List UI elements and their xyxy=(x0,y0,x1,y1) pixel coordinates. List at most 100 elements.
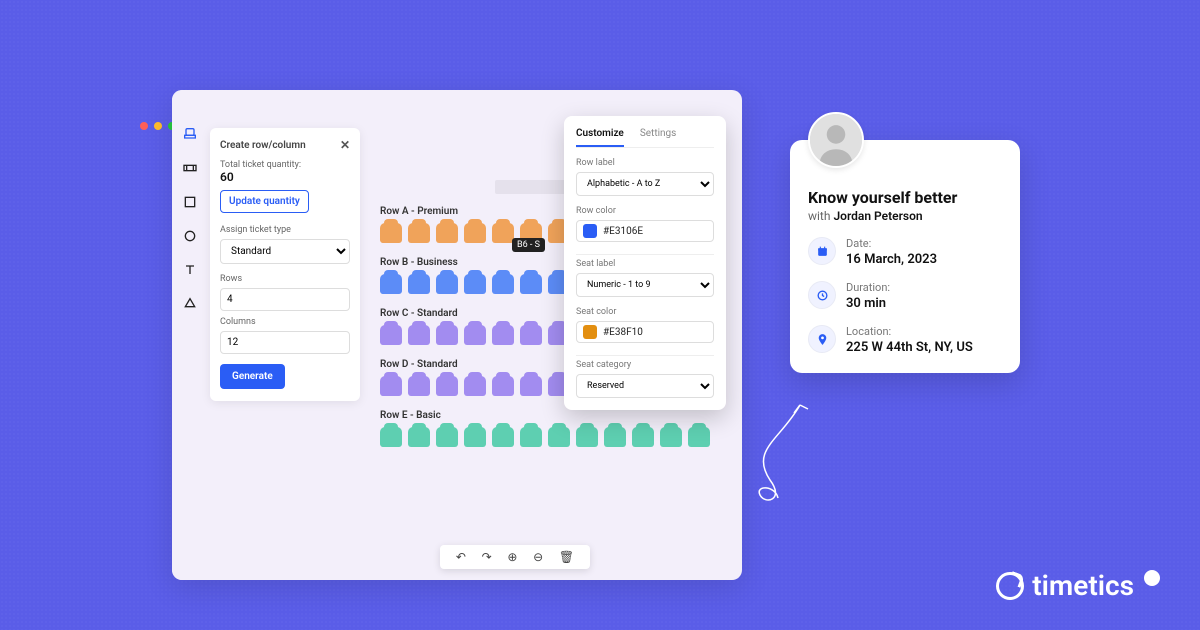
seat-color-swatch xyxy=(583,325,597,339)
close-icon[interactable]: ✕ xyxy=(340,138,350,152)
table-icon[interactable] xyxy=(182,160,198,176)
row-label-select[interactable]: Alphabetic - A to Z xyxy=(576,172,714,196)
seat-color-hex: #E38F10 xyxy=(603,327,643,338)
rows-label: Rows xyxy=(220,274,350,284)
rows-input[interactable] xyxy=(220,288,350,311)
seat[interactable] xyxy=(380,325,402,345)
zoom-in-icon[interactable]: ⊕ xyxy=(507,550,517,564)
quantity-value: 60 xyxy=(220,170,350,184)
seat-color-input[interactable]: #E38F10 xyxy=(576,321,714,343)
row-color-input[interactable]: #E3106E xyxy=(576,220,714,242)
trash-icon[interactable]: 🗑 xyxy=(559,550,574,564)
event-host: with Jordan Peterson xyxy=(808,209,1002,223)
cols-input[interactable] xyxy=(220,331,350,354)
seat[interactable] xyxy=(688,427,710,447)
seat[interactable] xyxy=(660,427,682,447)
seat[interactable] xyxy=(520,427,542,447)
row-color-label: Row color xyxy=(576,206,714,216)
quantity-label: Total ticket quantity: xyxy=(220,160,350,170)
seat[interactable] xyxy=(380,274,402,294)
seat[interactable] xyxy=(492,223,514,243)
seat[interactable] xyxy=(436,274,458,294)
window-dots xyxy=(140,122,176,130)
row-color-swatch xyxy=(583,224,597,238)
brand-name: timetics xyxy=(1032,569,1134,602)
seat[interactable] xyxy=(492,376,514,396)
seat-tooltip: B6 - S xyxy=(512,238,545,252)
seat[interactable] xyxy=(464,274,486,294)
seat[interactable] xyxy=(436,376,458,396)
seat[interactable] xyxy=(408,325,430,345)
location-value: 225 W 44th St, NY, US xyxy=(846,340,973,355)
seat[interactable] xyxy=(436,223,458,243)
seat-row: Row E - Basic xyxy=(380,410,730,447)
dot-close xyxy=(140,122,148,130)
undo-icon[interactable]: ↶ xyxy=(456,550,466,564)
event-title: Know yourself better xyxy=(808,188,1002,207)
logo-icon xyxy=(996,572,1024,600)
location-icon xyxy=(808,325,836,353)
seat[interactable] xyxy=(436,325,458,345)
seat[interactable] xyxy=(408,376,430,396)
panel-title: Create row/column xyxy=(220,140,306,151)
seat[interactable] xyxy=(408,427,430,447)
seat[interactable] xyxy=(380,376,402,396)
seat[interactable] xyxy=(604,427,626,447)
assign-select[interactable]: Standard xyxy=(220,239,350,264)
seat[interactable] xyxy=(632,427,654,447)
dot-minimize xyxy=(154,122,162,130)
date-label: Date: xyxy=(846,237,937,250)
tab-settings[interactable]: Settings xyxy=(640,128,677,147)
seat-color-label: Seat color xyxy=(576,307,714,317)
seat[interactable] xyxy=(436,427,458,447)
text-icon[interactable] xyxy=(182,262,198,278)
seat[interactable] xyxy=(548,427,570,447)
seat[interactable] xyxy=(408,223,430,243)
seat[interactable] xyxy=(464,427,486,447)
category-select[interactable]: Reserved xyxy=(576,374,714,398)
seat[interactable] xyxy=(408,274,430,294)
arrow-decoration xyxy=(730,400,820,520)
date-value: 16 March, 2023 xyxy=(846,252,937,267)
avatar xyxy=(808,112,864,168)
row-color-hex: #E3106E xyxy=(603,226,643,237)
seat-icon[interactable] xyxy=(182,126,198,142)
seat-label-label: Seat label xyxy=(576,259,714,269)
seat[interactable] xyxy=(380,223,402,243)
generate-button[interactable]: Generate xyxy=(220,364,285,389)
calendar-icon xyxy=(808,237,836,265)
seat[interactable] xyxy=(492,325,514,345)
seat-label-select[interactable]: Numeric - 1 to 9 xyxy=(576,273,714,297)
brand-logo: timetics xyxy=(996,569,1160,602)
seat[interactable] xyxy=(464,325,486,345)
seat[interactable] xyxy=(492,274,514,294)
event-card: Know yourself better with Jordan Peterso… xyxy=(790,140,1020,373)
seat[interactable] xyxy=(576,427,598,447)
customize-panel: Customize Settings Row label Alphabetic … xyxy=(564,116,726,410)
canvas-toolbar: ↶ ↷ ⊕ ⊖ 🗑 xyxy=(440,545,590,569)
seat[interactable] xyxy=(380,427,402,447)
category-label: Seat category xyxy=(576,360,714,370)
cols-label: Columns xyxy=(220,317,350,327)
zoom-out-icon[interactable]: ⊖ xyxy=(533,550,543,564)
update-quantity-button[interactable]: Update quantity xyxy=(220,190,309,213)
row-label-label: Row label xyxy=(576,158,714,168)
assign-label: Assign ticket type xyxy=(220,225,350,235)
seat[interactable] xyxy=(464,223,486,243)
create-row-panel: Create row/column ✕ Total ticket quantit… xyxy=(210,128,360,401)
seat[interactable] xyxy=(520,376,542,396)
wordpress-icon xyxy=(1144,570,1160,586)
row-title: Row E - Basic xyxy=(380,410,730,421)
shape-icon[interactable] xyxy=(182,296,198,312)
redo-icon[interactable]: ↷ xyxy=(482,550,492,564)
seat[interactable] xyxy=(520,274,542,294)
seat[interactable] xyxy=(520,325,542,345)
seat[interactable] xyxy=(464,376,486,396)
tab-customize[interactable]: Customize xyxy=(576,128,624,147)
duration-label: Duration: xyxy=(846,281,890,294)
seat[interactable] xyxy=(492,427,514,447)
clock-icon xyxy=(808,281,836,309)
square-icon[interactable] xyxy=(182,194,198,210)
circle-icon[interactable] xyxy=(182,228,198,244)
vertical-toolbar xyxy=(172,90,208,580)
